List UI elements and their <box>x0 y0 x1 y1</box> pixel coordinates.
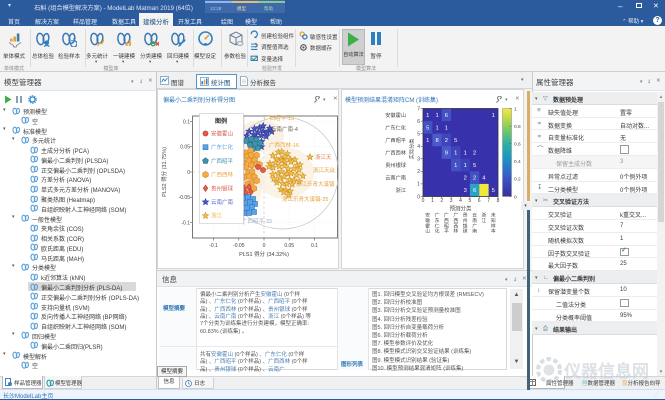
svg-text:云南广南: 云南广南 <box>211 198 234 206</box>
svg-text:1: 1 <box>426 138 429 144</box>
svg-text:贵州银球: 贵州银球 <box>463 212 468 235</box>
svg-text:广西西林: 广西西林 <box>453 212 458 235</box>
svg-text:广东仁化: 广东仁化 <box>385 123 406 131</box>
svg-text:广西西林: 广西西林 <box>385 149 407 157</box>
svg-text:1: 1 <box>431 198 434 204</box>
svg-text:1: 1 <box>464 151 467 157</box>
svg-text:-0.1: -0.1 <box>209 243 218 249</box>
svg-text:浙江: 浙江 <box>211 212 223 220</box>
svg-text:5: 5 <box>473 163 476 169</box>
svg-text:2: 2 <box>473 151 476 157</box>
svg-text:-0.1: -0.1 <box>181 220 190 226</box>
svg-text:3: 3 <box>417 157 420 163</box>
svg-text:0.05: 0.05 <box>284 243 294 249</box>
svg-text:浙江乐青大溪镇: 浙江乐青大溪镇 <box>296 180 335 188</box>
svg-text:1: 1 <box>426 113 429 119</box>
svg-text:6: 6 <box>417 119 420 125</box>
svg-text:浙江天台: 浙江天台 <box>313 166 336 174</box>
svg-text:云南广南: 云南广南 <box>472 213 477 235</box>
svg-text:广西昭平: 广西昭平 <box>444 212 449 235</box>
svg-text:浙江天: 浙江天 <box>315 153 332 161</box>
svg-text:0.8: 0.8 <box>514 124 521 130</box>
svg-text:7: 7 <box>487 198 490 204</box>
svg-text:1: 1 <box>435 113 438 119</box>
svg-text:云南广南: 云南广南 <box>385 174 406 182</box>
svg-text:5: 5 <box>426 125 429 131</box>
svg-text:3: 3 <box>464 188 467 194</box>
svg-text:6: 6 <box>473 188 476 194</box>
svg-text:广西昭平-33: 广西昭平-33 <box>242 217 272 225</box>
svg-text:5: 5 <box>492 188 495 194</box>
svg-text:2: 2 <box>464 176 467 182</box>
svg-text:广西昭平: 广西昭平 <box>385 136 406 144</box>
svg-text:PLS2 得分 (31.75%): PLS2 得分 (31.75%) <box>160 147 168 197</box>
svg-text:PLS1 得分 (34.32%): PLS1 得分 (34.32%) <box>239 250 289 258</box>
svg-text:5: 5 <box>469 198 472 204</box>
svg-text:8: 8 <box>435 138 438 144</box>
svg-text:6: 6 <box>445 113 448 119</box>
svg-text:1: 1 <box>464 163 467 169</box>
svg-text:未知样本: 未知样本 <box>491 212 496 235</box>
svg-text:1: 1 <box>417 182 420 188</box>
svg-text:广西昭平: 广西昭平 <box>211 157 234 165</box>
svg-text:贵州银球: 贵州银球 <box>211 184 234 192</box>
svg-text:0: 0 <box>422 198 425 204</box>
svg-text:广西昭平-13: 广西昭平-13 <box>264 114 294 122</box>
svg-text:1: 1 <box>454 151 457 157</box>
svg-text:安徽霍山: 安徽霍山 <box>425 212 430 235</box>
svg-text:0: 0 <box>417 194 420 200</box>
svg-text:0: 0 <box>514 194 517 200</box>
svg-text:广西西林: 广西西林 <box>211 171 234 179</box>
svg-text:0.05: 0.05 <box>180 145 190 151</box>
svg-text:0.1: 0.1 <box>183 119 190 125</box>
svg-text:3: 3 <box>450 198 453 204</box>
svg-text:浙江乐青大溪镇-25: 浙江乐青大溪镇-25 <box>282 195 328 203</box>
svg-text:1: 1 <box>454 163 457 169</box>
svg-text:2: 2 <box>440 198 443 204</box>
svg-text:2: 2 <box>473 176 476 182</box>
svg-text:图例: 图例 <box>215 117 227 125</box>
svg-text:1: 1 <box>492 113 495 119</box>
svg-text:预测分类: 预测分类 <box>449 205 472 213</box>
svg-text:4: 4 <box>459 198 462 204</box>
svg-text:广东仁化: 广东仁化 <box>435 212 440 235</box>
svg-text:1: 1 <box>435 125 438 131</box>
svg-text:2: 2 <box>417 169 420 175</box>
svg-text:实际分类: 实际分类 <box>408 139 416 160</box>
svg-text:仪器信息网: 仪器信息网 <box>563 361 649 381</box>
svg-text:0: 0 <box>263 243 266 249</box>
svg-text:浙江: 浙江 <box>396 186 406 194</box>
svg-text:浙江: 浙江 <box>481 212 486 224</box>
svg-text:9: 9 <box>445 151 448 157</box>
svg-text:2: 2 <box>445 138 448 144</box>
svg-text:0.6: 0.6 <box>514 142 521 148</box>
svg-text:-0.05: -0.05 <box>179 195 191 201</box>
svg-text:1: 1 <box>445 125 448 131</box>
svg-text:7: 7 <box>417 106 420 112</box>
svg-text:贵州银球: 贵州银球 <box>385 161 407 169</box>
svg-text:0.4: 0.4 <box>514 159 521 165</box>
svg-text:安徽霍山: 安徽霍山 <box>211 130 233 138</box>
svg-text:8: 8 <box>497 198 500 204</box>
svg-text:广西西林-16: 广西西林-16 <box>269 141 299 149</box>
svg-text:1: 1 <box>514 106 517 112</box>
svg-text:6: 6 <box>478 198 481 204</box>
svg-text:0.1: 0.1 <box>311 243 318 249</box>
svg-text:5: 5 <box>417 131 420 137</box>
svg-text:0.2: 0.2 <box>514 177 521 183</box>
svg-text:安徽霍山: 安徽霍山 <box>385 111 406 119</box>
svg-text:0: 0 <box>187 170 190 176</box>
svg-text:云南广南-4: 云南广南-4 <box>271 125 298 133</box>
svg-text:广东仁化: 广东仁化 <box>211 143 234 151</box>
svg-text:5: 5 <box>454 138 457 144</box>
svg-text:4: 4 <box>417 144 420 150</box>
svg-text:-0.05: -0.05 <box>233 243 245 249</box>
